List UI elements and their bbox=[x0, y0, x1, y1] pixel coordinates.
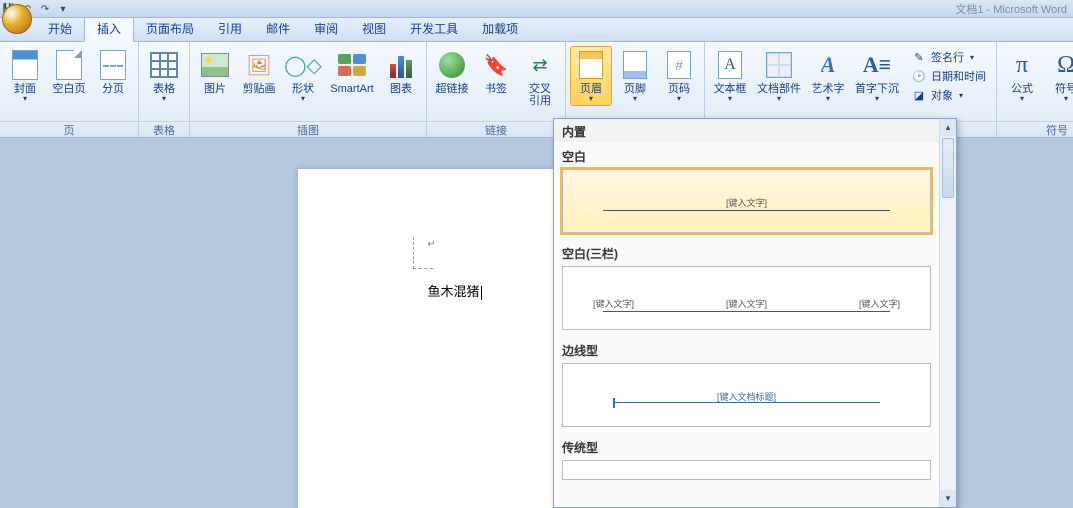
quickparts-icon bbox=[766, 52, 792, 78]
group-symbols: π 公式▾ Ω 符号▾ 编 符号 bbox=[997, 42, 1073, 137]
tab-view[interactable]: 视图 bbox=[350, 17, 398, 41]
scroll-down-icon[interactable]: ▾ bbox=[940, 490, 956, 507]
tab-home[interactable]: 开始 bbox=[36, 17, 84, 41]
symbol-icon: Ω bbox=[1057, 52, 1073, 79]
gallery-option-blank3[interactable]: [键入文字] [键入文字] [键入文字] bbox=[562, 266, 931, 330]
title-bar: 💾 ↶ ↷ ▾ 文档1 - Microsoft Word bbox=[0, 0, 1073, 18]
hyperlink-icon bbox=[439, 52, 465, 78]
qat-redo-icon[interactable]: ↷ bbox=[38, 2, 52, 16]
gallery-category-builtin: 内置 bbox=[554, 119, 939, 142]
hyperlink-button[interactable]: 超链接 bbox=[431, 46, 473, 98]
page-number-button[interactable]: # 页码▾ bbox=[658, 46, 700, 106]
header-button[interactable]: 页眉▾ bbox=[570, 46, 612, 106]
wordart-icon: A bbox=[821, 52, 836, 78]
gallery-option-title-classic: 传统型 bbox=[554, 433, 939, 458]
group-label-illustrations: 插图 bbox=[190, 121, 426, 137]
equation-button[interactable]: π 公式▾ bbox=[1001, 46, 1043, 106]
object-icon: ◪ bbox=[911, 87, 927, 103]
footer-icon bbox=[623, 51, 647, 79]
gallery-option-title-edge: 边线型 bbox=[554, 336, 939, 361]
qat-dropdown-icon[interactable]: ▾ bbox=[56, 2, 70, 16]
table-button[interactable]: 表格▾ bbox=[143, 46, 185, 106]
tab-insert[interactable]: 插入 bbox=[84, 16, 134, 42]
smartart-icon bbox=[338, 54, 366, 76]
quickparts-button[interactable]: 文档部件▾ bbox=[753, 46, 805, 106]
gallery-option-title-blank3: 空白(三栏) bbox=[554, 239, 939, 264]
group-label-symbols: 符号 bbox=[997, 121, 1073, 137]
crossref-icon: ⇄ bbox=[532, 55, 547, 76]
dropcap-icon: A≡ bbox=[863, 52, 891, 78]
crossref-button[interactable]: ⇄ 交叉 引用 bbox=[519, 46, 561, 110]
group-pages: 封面▾ 空白页 分页 页 bbox=[0, 42, 139, 137]
picture-icon bbox=[201, 53, 229, 77]
footer-button[interactable]: 页脚▾ bbox=[614, 46, 656, 106]
clipart-icon: 🖼 bbox=[246, 53, 271, 78]
text-cursor bbox=[481, 286, 482, 300]
gallery-scrollbar[interactable]: ▴ ▾ bbox=[939, 119, 956, 507]
symbol-button[interactable]: Ω 符号▾ bbox=[1045, 46, 1073, 106]
table-icon bbox=[150, 52, 178, 78]
bookmark-icon: 🔖 bbox=[484, 53, 509, 78]
gallery-option-title-blank: 空白 bbox=[554, 142, 939, 167]
window-title: 文档1 - Microsoft Word bbox=[955, 1, 1067, 17]
signature-line-button[interactable]: ✎ 签名行▾ bbox=[909, 48, 988, 66]
smartart-button[interactable]: SmartArt bbox=[326, 46, 378, 98]
document-body-text[interactable]: 鱼木混猪 bbox=[428, 281, 482, 300]
bookmark-button[interactable]: 🔖 书签 bbox=[475, 46, 517, 98]
header-icon bbox=[579, 51, 603, 79]
cover-page-button[interactable]: 封面▾ bbox=[4, 46, 46, 106]
textbox-button[interactable]: A 文本框▾ bbox=[709, 46, 751, 106]
group-tables: 表格▾ 表格 bbox=[139, 42, 190, 137]
picture-button[interactable]: 图片 bbox=[194, 46, 236, 98]
group-links: 超链接 🔖 书签 ⇄ 交叉 引用 链接 bbox=[427, 42, 566, 137]
cover-page-icon bbox=[12, 50, 38, 80]
textbox-icon: A bbox=[718, 51, 742, 79]
group-illustrations: 图片 🖼 剪贴画 ◯◇ 形状▾ SmartArt 图表 插图 bbox=[190, 42, 427, 137]
datetime-icon: 🕑 bbox=[911, 68, 927, 84]
gallery-option-edge[interactable]: [键入文档标题] bbox=[562, 363, 931, 427]
header-gallery-dropdown: 内置 空白 [键入文字] 空白(三栏) [键入文字] [键入文字] [键入文字]… bbox=[553, 118, 957, 508]
page-break-button[interactable]: 分页 bbox=[92, 46, 134, 98]
scroll-thumb[interactable] bbox=[942, 138, 954, 198]
clipart-button[interactable]: 🖼 剪贴画 bbox=[238, 46, 280, 98]
shapes-button[interactable]: ◯◇ 形状▾ bbox=[282, 46, 324, 106]
equation-icon: π bbox=[1016, 52, 1028, 79]
shapes-icon: ◯◇ bbox=[284, 53, 322, 78]
page-number-icon: # bbox=[667, 51, 691, 79]
blank-page-icon bbox=[56, 50, 82, 80]
preview-three-placeholders: [键入文字] [键入文字] [键入文字] bbox=[563, 297, 930, 310]
signature-icon: ✎ bbox=[911, 49, 927, 65]
chart-icon bbox=[390, 52, 412, 78]
preview-line bbox=[603, 210, 890, 211]
tab-layout[interactable]: 页面布局 bbox=[134, 17, 206, 41]
preview-line bbox=[603, 311, 890, 312]
datetime-button[interactable]: 🕑 日期和时间 bbox=[909, 67, 988, 85]
gallery-option-blank[interactable]: [键入文字] bbox=[562, 169, 931, 233]
paragraph-mark-icon: ↵ bbox=[428, 239, 436, 250]
group-label-pages: 页 bbox=[0, 121, 138, 137]
dropcap-button[interactable]: A≡ 首字下沉▾ bbox=[851, 46, 903, 106]
gallery-option-classic[interactable] bbox=[562, 460, 931, 480]
tab-mailings[interactable]: 邮件 bbox=[254, 17, 302, 41]
object-button[interactable]: ◪ 对象▾ bbox=[909, 86, 988, 104]
preview-placeholder: [键入文字] bbox=[563, 196, 930, 209]
tab-references[interactable]: 引用 bbox=[206, 17, 254, 41]
group-label-tables: 表格 bbox=[139, 121, 189, 137]
page-break-icon bbox=[100, 50, 126, 80]
tab-developer[interactable]: 开发工具 bbox=[398, 17, 470, 41]
wordart-button[interactable]: A 艺术字▾ bbox=[807, 46, 849, 106]
preview-edge-line bbox=[613, 402, 880, 403]
group-label-links: 链接 bbox=[427, 121, 565, 137]
scroll-up-icon[interactable]: ▴ bbox=[940, 119, 956, 136]
tab-addins[interactable]: 加载项 bbox=[470, 17, 530, 41]
ribbon-tabs: 开始 插入 页面布局 引用 邮件 审阅 视图 开发工具 加载项 bbox=[0, 18, 1073, 42]
text-small-stack: ✎ 签名行▾ 🕑 日期和时间 ◪ 对象▾ bbox=[905, 46, 992, 106]
chart-button[interactable]: 图表 bbox=[380, 46, 422, 98]
blank-page-button[interactable]: 空白页 bbox=[48, 46, 90, 98]
office-button[interactable] bbox=[2, 4, 32, 34]
tab-review[interactable]: 审阅 bbox=[302, 17, 350, 41]
